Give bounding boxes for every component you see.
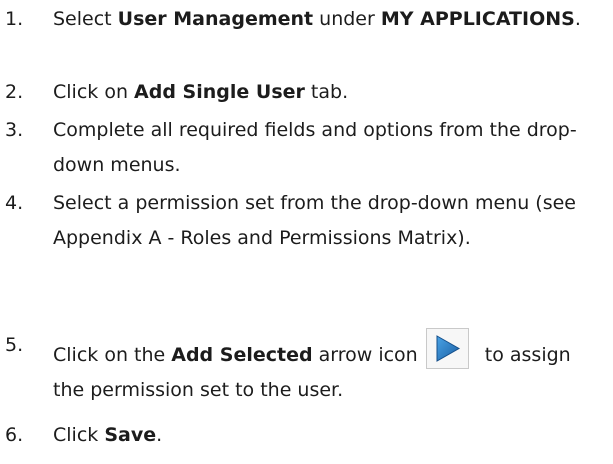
step-text: Complete all required fields and options… xyxy=(53,119,577,176)
step-6: 6. Click Save. xyxy=(0,418,605,453)
step-text: Click on the Add Selected arrow icon to … xyxy=(53,328,605,408)
step-text: Select User Management under MY APPLICAT… xyxy=(53,8,581,30)
step-number: 1. xyxy=(5,8,24,30)
step-number: 6. xyxy=(5,424,24,446)
play-arrow-icon xyxy=(425,328,469,369)
step-text: Click Save. xyxy=(53,424,163,446)
step-2: 2. Click on Add Single User tab. xyxy=(0,75,605,110)
step-number: 2. xyxy=(5,81,24,103)
play-arrow-icon-shape xyxy=(436,335,460,362)
step-1: 1. Select User Management under MY APPLI… xyxy=(0,2,605,37)
step-3: 3. Complete all required fields and opti… xyxy=(0,113,605,183)
step-number: 5. xyxy=(5,334,24,356)
step-text: Click on Add Single User tab. xyxy=(53,81,349,103)
step-4: 4. Select a permission set from the drop… xyxy=(0,186,605,256)
instruction-document: 1. Select User Management under MY APPLI… xyxy=(0,0,613,464)
step-number: 4. xyxy=(5,192,24,214)
step-5: 5. Click on the Add Selected arrow icon … xyxy=(0,328,605,408)
step-number: 3. xyxy=(5,119,24,141)
step-text: Select a permission set from the drop-do… xyxy=(53,192,577,249)
